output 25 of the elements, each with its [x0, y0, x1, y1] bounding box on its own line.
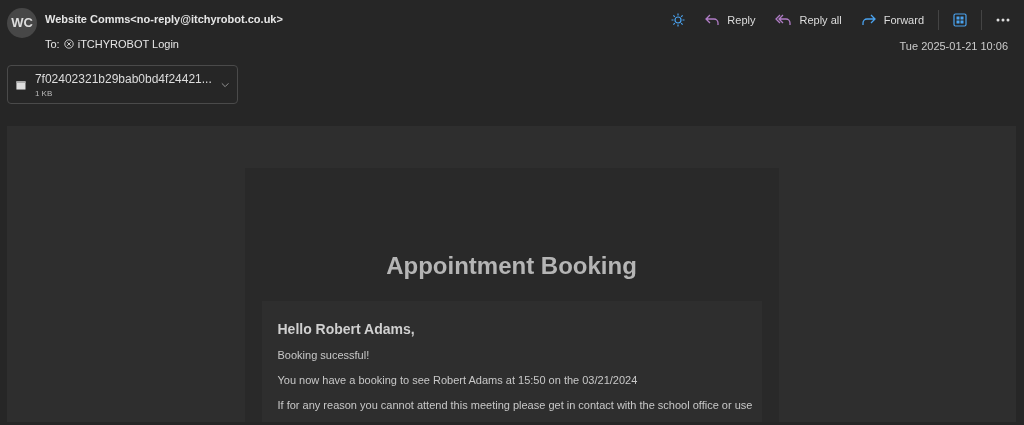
grid-icon — [953, 13, 967, 28]
sender-address: Website Comms<no-reply@itchyrobot.co.uk> — [45, 12, 284, 27]
email-title: Appointment Booking — [385, 252, 638, 281]
reply-all-button[interactable]: Reply all — [769, 10, 848, 31]
avatar: WC — [7, 8, 37, 38]
forward-button[interactable]: Forward — [855, 10, 930, 31]
greeting-text: Hello Robert Adams, — [277, 320, 416, 338]
chevron-down-icon[interactable] — [220, 81, 229, 88]
more-icon — [996, 18, 1010, 23]
attachment-card[interactable]: 7f02402321b29bab0bd4f24421... 1 KB — [7, 65, 238, 104]
blocked-icon — [63, 38, 74, 49]
paragraph-text: If for any reason you cannot attend this meeting please get in contact with the school office or use — [277, 397, 754, 413]
reply-icon — [705, 14, 720, 27]
reply-all-icon — [775, 14, 792, 27]
calendar-icon — [16, 78, 26, 91]
paragraph-text: You now have a booking to see Robert Adams at 15:50 on the 03/21/2024 — [277, 372, 639, 388]
sun-icon — [671, 13, 686, 28]
recipient-name[interactable]: iTCHYROBOT Login — [77, 35, 179, 52]
paragraph-text: Booking sucessful! — [277, 347, 371, 363]
to-label: To: — [45, 36, 60, 52]
reply-button[interactable]: Reply — [699, 10, 762, 31]
date-text: Tue 2025-01-21 10:06 — [899, 38, 1008, 54]
forward-icon — [861, 14, 876, 27]
attachment-size: 1 KB — [34, 87, 54, 100]
attachment-name: 7f02402321b29bab0bd4f24421... — [34, 70, 212, 88]
